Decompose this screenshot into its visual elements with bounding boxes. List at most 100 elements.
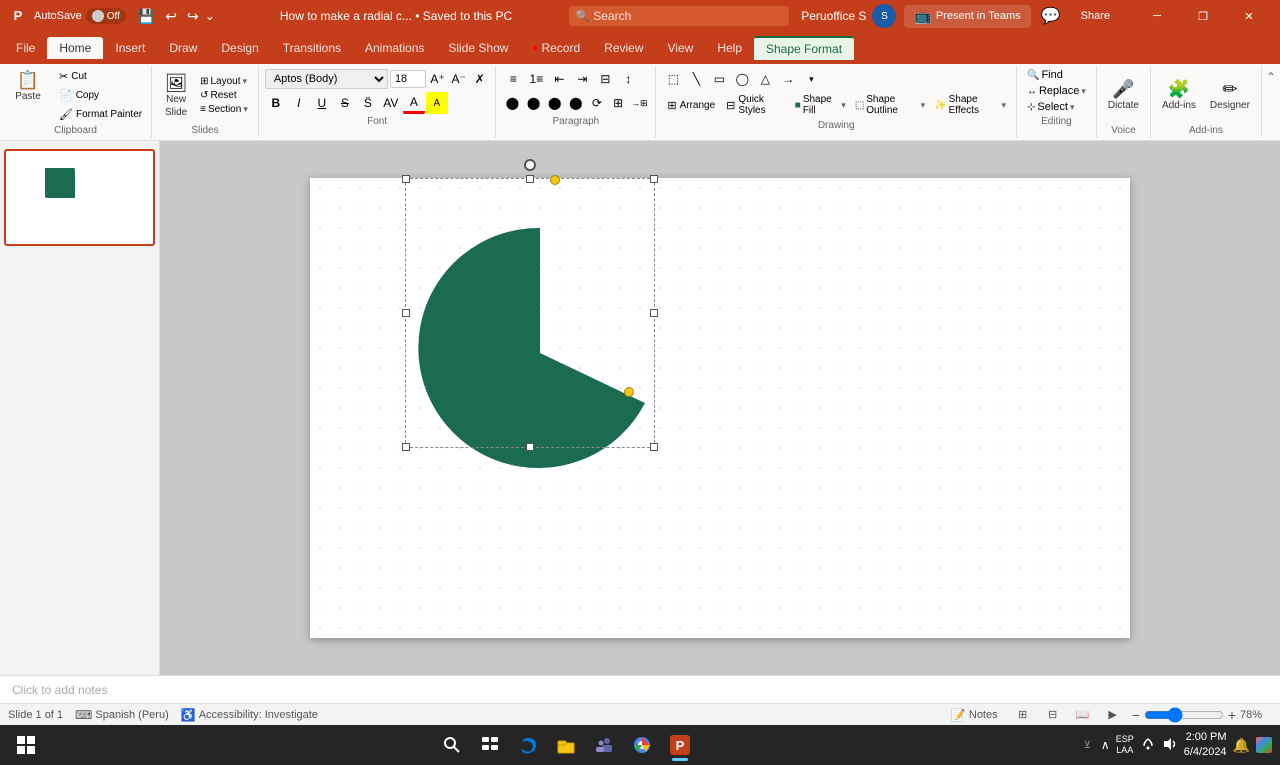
zoom-out-button[interactable]: −	[1132, 707, 1140, 723]
reading-view-button[interactable]: 📖	[1072, 706, 1094, 724]
cut-button[interactable]: ✂ Cut	[54, 68, 147, 85]
triangle-tool[interactable]: △	[754, 68, 776, 90]
restore-button[interactable]: ❐	[1180, 0, 1226, 32]
line-tool[interactable]: ╲	[685, 68, 707, 90]
tab-insert[interactable]: Insert	[103, 37, 157, 59]
share-button[interactable]: Share	[1069, 6, 1122, 26]
search-taskbar-button[interactable]	[434, 727, 470, 763]
present-in-teams-button[interactable]: 📺 Present in Teams	[904, 5, 1030, 28]
font-color-button[interactable]: A	[403, 92, 425, 114]
shape-svg[interactable]	[410, 218, 670, 488]
align-right-button[interactable]: ⬤	[545, 92, 565, 114]
tab-transitions[interactable]: Transitions	[271, 37, 353, 59]
canvas-area[interactable]	[160, 141, 1280, 675]
arrow-tool[interactable]: →	[777, 68, 799, 90]
text-highlight-button[interactable]: A	[426, 92, 448, 114]
more-options-icon[interactable]: ⌄	[205, 9, 215, 23]
tab-slideshow[interactable]: Slide Show	[436, 37, 520, 59]
close-button[interactable]: ✕	[1226, 0, 1272, 32]
chat-button[interactable]: 💬	[1037, 2, 1065, 30]
decrease-font-button[interactable]: A⁻	[449, 68, 468, 90]
columns-button[interactable]: ⊟	[594, 68, 616, 90]
copy-button[interactable]: 📄 Copy	[54, 87, 147, 104]
undo-button[interactable]: ↩	[161, 6, 181, 27]
teams-taskbar-button[interactable]	[586, 727, 622, 763]
quick-styles-button[interactable]: ⊟Quick Styles	[721, 92, 790, 118]
paste-button[interactable]: 📋 Paste	[4, 68, 52, 105]
tab-design[interactable]: Design	[209, 37, 270, 59]
tab-draw[interactable]: Draw	[157, 37, 209, 59]
ribbon-collapse-button[interactable]: ⌃	[1262, 66, 1280, 88]
text-shadow-button[interactable]: S̈	[357, 92, 379, 114]
align-center-button[interactable]: ⬤	[524, 92, 544, 114]
rotate-handle[interactable]	[524, 159, 536, 171]
designer-button[interactable]: ✏ Designer	[1205, 77, 1255, 114]
tab-file[interactable]: File	[4, 37, 47, 59]
addins-button[interactable]: 🧩 Add-ins	[1157, 77, 1201, 114]
dictate-button[interactable]: 🎤 Dictate	[1103, 77, 1144, 114]
font-size-input[interactable]	[390, 70, 426, 88]
strikethrough-button[interactable]: S	[334, 92, 356, 114]
new-slide-button[interactable]: 🖼 New Slide	[158, 71, 194, 121]
notes-bar[interactable]: Click to add notes	[0, 675, 1280, 703]
justify-button[interactable]: ⬤	[566, 92, 586, 114]
reset-button[interactable]: ↺Reset	[196, 89, 252, 102]
shape-effects-button[interactable]: ✨ Shape Effects ▾	[930, 93, 1010, 117]
autosave-toggle[interactable]: Off	[86, 8, 126, 24]
shape-fill-button[interactable]: ■ Shape Fill ▾	[791, 93, 850, 117]
overflow-tray-button[interactable]: ∧	[1101, 738, 1110, 752]
clear-format-button[interactable]: ✗	[470, 68, 489, 90]
search-input[interactable]	[569, 6, 789, 26]
tab-view[interactable]: View	[656, 37, 706, 59]
section-button[interactable]: ≡Section▾	[196, 103, 252, 116]
shape-outline-button[interactable]: ⬚ Shape Outline ▾	[851, 93, 929, 117]
increase-font-button[interactable]: A⁺	[428, 68, 447, 90]
arrange-button[interactable]: ⊞Arrange	[662, 97, 720, 114]
tab-home[interactable]: Home	[47, 37, 103, 59]
replace-button[interactable]: ↔Replace▾	[1023, 84, 1090, 98]
convert-smartart-button[interactable]: →⊞	[629, 92, 649, 114]
increase-indent-button[interactable]: ⇥	[571, 68, 593, 90]
accessibility-indicator[interactable]: ♿ Accessibility: Investigate	[181, 708, 318, 722]
italic-button[interactable]: I	[288, 92, 310, 114]
powerpoint-taskbar-button[interactable]: P	[662, 727, 698, 763]
minimize-button[interactable]: ─	[1134, 0, 1180, 32]
find-button[interactable]: 🔍Find	[1023, 68, 1090, 82]
more-shapes-button[interactable]: ▾	[800, 68, 822, 90]
notification-button[interactable]: 🔔	[1233, 737, 1250, 754]
network-icon[interactable]	[1140, 736, 1156, 755]
layout-button[interactable]: ⊞Layout▾	[196, 75, 252, 88]
save-button[interactable]: 💾	[134, 6, 159, 27]
notes-button[interactable]: 📝 Notes	[945, 706, 1004, 724]
edge-taskbar-button[interactable]	[510, 727, 546, 763]
zoom-slider[interactable]	[1144, 707, 1224, 723]
bullets-button[interactable]: ≡	[502, 68, 524, 90]
zoom-in-button[interactable]: +	[1228, 707, 1236, 723]
tab-record[interactable]: ● Record	[520, 37, 592, 59]
char-spacing-button[interactable]: AV	[380, 92, 402, 114]
select-tool[interactable]: ⬚	[662, 68, 684, 90]
normal-view-button[interactable]: ⊞	[1012, 706, 1034, 724]
line-spacing-button[interactable]: ↕	[617, 68, 639, 90]
tab-animations[interactable]: Animations	[353, 37, 436, 59]
volume-icon[interactable]	[1162, 736, 1178, 755]
numbering-button[interactable]: 1≡	[525, 68, 547, 90]
slideshow-button[interactable]: ▶	[1102, 706, 1124, 724]
show-desktop-button[interactable]: ⊻	[1084, 740, 1091, 751]
chrome-taskbar-button[interactable]	[624, 727, 660, 763]
oval-tool[interactable]: ◯	[731, 68, 753, 90]
clock-area[interactable]: 2:00 PM 6/4/2024	[1184, 730, 1227, 761]
underline-button[interactable]: U	[311, 92, 333, 114]
avatar[interactable]: S	[872, 4, 896, 28]
slide-sorter-button[interactable]: ⊟	[1042, 706, 1064, 724]
rect-tool[interactable]: ▭	[708, 68, 730, 90]
smartart-button[interactable]: ⊞	[608, 92, 628, 114]
align-left-button[interactable]: ⬤	[502, 92, 522, 114]
font-family-select[interactable]: Aptos (Body)	[265, 69, 388, 89]
tab-shape-format[interactable]: Shape Format	[754, 36, 854, 60]
taskview-button[interactable]	[472, 727, 508, 763]
explorer-taskbar-button[interactable]	[548, 727, 584, 763]
tab-review[interactable]: Review	[592, 37, 655, 59]
tab-help[interactable]: Help	[705, 37, 754, 59]
decrease-indent-button[interactable]: ⇤	[548, 68, 570, 90]
